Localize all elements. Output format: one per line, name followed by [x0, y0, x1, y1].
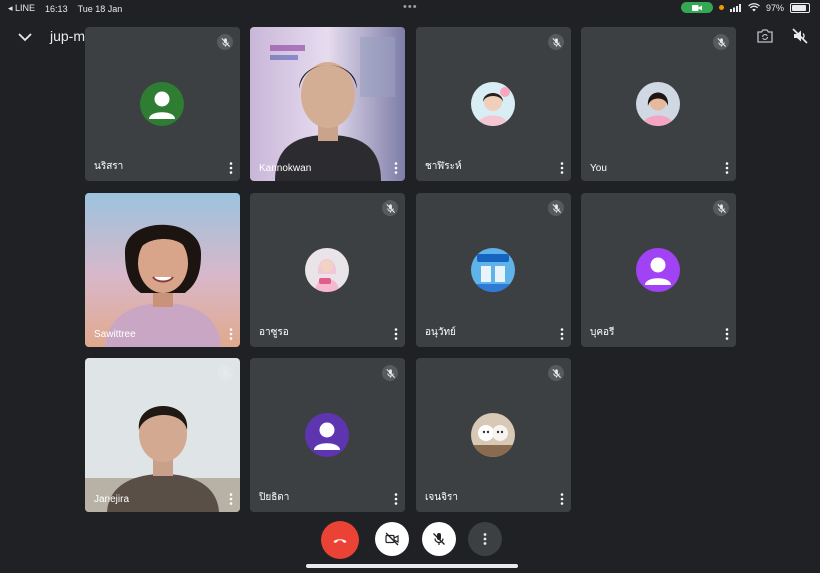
profile-photo: [471, 413, 515, 457]
video-camera-icon: [691, 4, 702, 11]
switch-camera-icon[interactable]: [756, 27, 774, 45]
more-options-icon[interactable]: [393, 492, 399, 506]
mic-off-indicator: [382, 200, 398, 216]
person-icon: [140, 82, 184, 126]
mic-off-icon: [433, 533, 445, 545]
participant-name: Janejira: [94, 494, 130, 505]
status-date: Tue 18 Jan: [77, 3, 123, 14]
default-avatar-icon: [140, 82, 184, 126]
call-controls: [0, 521, 820, 559]
participant-name: เจนจิรา: [425, 492, 458, 503]
mic-off-icon: [716, 203, 727, 214]
status-bar: ◂ LINE 16:13 Tue 18 Jan ••• 97%: [0, 0, 820, 16]
hang-up-icon: [333, 539, 347, 543]
mic-off-icon: [716, 37, 727, 48]
participant-name: Kannokwan: [259, 163, 312, 174]
camera-toggle-button[interactable]: [375, 522, 409, 556]
more-options-button[interactable]: [468, 522, 502, 556]
mic-off-indicator: [548, 365, 564, 381]
default-avatar-icon: [636, 248, 680, 292]
mic-off-indicator: [382, 365, 398, 381]
mic-off-indicator: [548, 34, 564, 50]
speaker-off-icon[interactable]: [791, 27, 809, 45]
participant-tile-9[interactable]: Janejira: [85, 358, 240, 512]
person-icon: [305, 413, 349, 457]
mic-off-indicator: [217, 365, 233, 381]
participant-video: [85, 358, 240, 512]
battery-percent: 97%: [765, 2, 784, 13]
profile-picture-icon: [471, 248, 515, 292]
signal-icon: [729, 3, 741, 12]
participant-name: ชาฬิระห์: [425, 161, 462, 172]
more-options-icon[interactable]: [724, 161, 730, 175]
person-icon: [636, 248, 680, 292]
camera-off-icon: [385, 532, 399, 546]
participant-name: You: [590, 163, 607, 174]
participant-tile-8[interactable]: บุคอรี: [581, 193, 736, 347]
more-options-icon[interactable]: [393, 327, 399, 341]
mic-off-icon: [385, 203, 396, 214]
more-vert-icon: [483, 533, 487, 545]
profile-picture-icon: [636, 82, 680, 126]
more-options-icon[interactable]: [559, 327, 565, 341]
participant-tile-2[interactable]: Kannokwan: [250, 27, 405, 181]
more-options-icon[interactable]: [228, 161, 234, 175]
profile-picture-icon: [471, 413, 515, 457]
mic-off-indicator: [713, 34, 729, 50]
battery-icon: [790, 2, 810, 13]
back-to-app-link[interactable]: ◂ LINE: [8, 3, 35, 14]
participant-name: อาซูรอ: [259, 327, 289, 338]
mic-off-icon: [551, 203, 562, 214]
status-time: 16:13: [45, 3, 68, 14]
more-options-icon[interactable]: [559, 492, 565, 506]
chevron-down-icon[interactable]: [16, 28, 34, 46]
wifi-icon: [748, 3, 760, 12]
participant-name: นริสรา: [94, 161, 124, 172]
participant-tile-6[interactable]: อาซูรอ: [250, 193, 405, 347]
participant-name: Sawittree: [94, 329, 136, 340]
camera-in-use-indicator: [680, 2, 713, 13]
participant-tile-4[interactable]: You: [581, 27, 736, 181]
mic-off-icon: [385, 368, 396, 379]
participant-name: ปิยธิดา: [259, 492, 290, 503]
mic-off-indicator: [548, 200, 564, 216]
end-call-button[interactable]: [321, 521, 359, 559]
participant-name: บุคอรี: [590, 327, 615, 338]
participant-tile-1[interactable]: นริสรา: [85, 27, 240, 181]
participant-tile-3[interactable]: ชาฬิระห์: [416, 27, 571, 181]
more-options-icon[interactable]: [724, 327, 730, 341]
profile-picture-icon: [471, 82, 515, 126]
participant-name: อนุวัทย์: [425, 327, 456, 338]
profile-photo: [471, 248, 515, 292]
participant-tile-7[interactable]: อนุวัทย์: [416, 193, 571, 347]
back-app-label: LINE: [15, 3, 36, 13]
more-options-icon[interactable]: [228, 327, 234, 341]
mic-off-indicator: [217, 34, 233, 50]
mic-off-icon: [551, 368, 562, 379]
more-options-icon[interactable]: [559, 161, 565, 175]
participant-tile-5[interactable]: Sawittree: [85, 193, 240, 347]
microphone-toggle-button[interactable]: [422, 522, 456, 556]
default-avatar-icon: [305, 413, 349, 457]
profile-photo: [471, 82, 515, 126]
profile-photo: [305, 248, 349, 292]
home-indicator[interactable]: [306, 564, 518, 568]
participant-video: [250, 27, 405, 181]
profile-photo: [636, 82, 680, 126]
multitask-dots-icon[interactable]: •••: [403, 1, 418, 13]
more-options-icon[interactable]: [228, 492, 234, 506]
participant-tile-10[interactable]: ปิยธิดา: [250, 358, 405, 512]
more-options-icon[interactable]: [393, 161, 399, 175]
participant-tile-11[interactable]: เจนจิรา: [416, 358, 571, 512]
mic-off-icon: [220, 368, 231, 379]
mic-off-indicator: [713, 200, 729, 216]
mic-in-use-dot: [718, 5, 724, 10]
mic-off-icon: [551, 37, 562, 48]
participant-video: [85, 193, 240, 347]
profile-picture-icon: [305, 248, 349, 292]
mic-off-icon: [220, 37, 231, 48]
